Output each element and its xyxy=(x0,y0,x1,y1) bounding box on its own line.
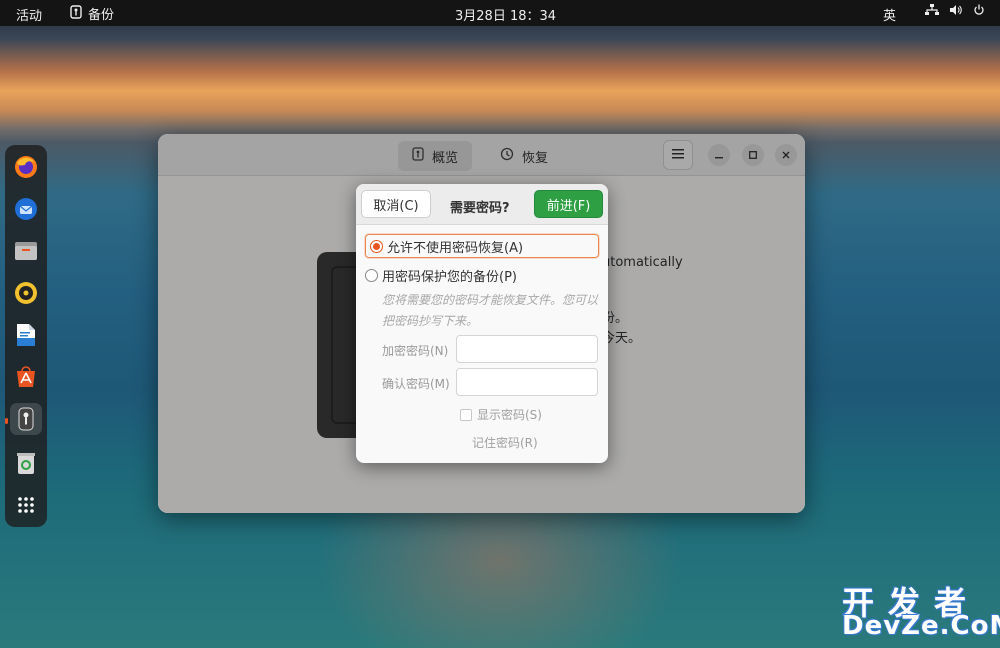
thunderbird-icon[interactable] xyxy=(10,193,42,225)
radio-password-label: 用密码保护您的备份(P) xyxy=(382,269,517,285)
checkbox[interactable] xyxy=(460,408,472,421)
remember-password-checkbox[interactable]: 记住密码(R) xyxy=(472,434,538,451)
backup-icon[interactable] xyxy=(10,403,42,435)
radio-no-password[interactable]: 允许不使用密码恢复(A) xyxy=(365,234,599,258)
network-icon xyxy=(925,4,939,16)
password-dialog: 取消(C) 需要密码? 前进(F) 允许不使用密码恢复(A) 用密码保护您的备份… xyxy=(356,184,608,463)
encrypt-password-label: 加密密码(N) xyxy=(382,344,449,358)
backup-app-icon xyxy=(70,4,82,23)
remember-password-label: 记住密码(R) xyxy=(472,436,538,450)
watermark-latin: DevZe.CoM xyxy=(842,611,1000,641)
encrypt-password-field[interactable] xyxy=(456,335,598,363)
volume-icon xyxy=(949,4,963,16)
app-menu-label: 备份 xyxy=(88,8,115,23)
password-hint: 您将需要您的密码才能恢复文件。您可以把密码抄写下来。 xyxy=(382,293,599,328)
rhythmbox-icon[interactable] xyxy=(10,277,42,309)
radio-password[interactable]: 用密码保护您的备份(P) xyxy=(365,263,517,287)
running-indicator xyxy=(5,418,8,424)
files-icon[interactable] xyxy=(10,235,42,267)
show-password-checkbox[interactable]: 显示密码(S) xyxy=(460,406,542,423)
input-method-indicator[interactable]: 英 xyxy=(883,5,896,24)
dialog-title: 需要密码? xyxy=(450,201,510,216)
app-menu[interactable]: 备份 xyxy=(70,4,114,23)
software-icon[interactable] xyxy=(10,361,42,393)
radio-button-checked[interactable] xyxy=(370,239,383,253)
top-bar: 活动 备份 3月28日 18：34 英 xyxy=(0,0,1000,26)
cancel-button[interactable]: 取消(C) xyxy=(361,190,431,218)
radio-no-password-label: 允许不使用密码恢复(A) xyxy=(387,240,524,256)
radio-button[interactable] xyxy=(365,268,378,282)
forward-button[interactable]: 前进(F) xyxy=(534,190,603,218)
firefox-icon[interactable] xyxy=(10,151,42,183)
system-tray[interactable] xyxy=(925,4,985,16)
writer-icon[interactable] xyxy=(10,319,42,351)
activities-button[interactable]: 活动 xyxy=(16,5,42,24)
app-grid-icon[interactable] xyxy=(10,489,42,521)
show-password-label: 显示密码(S) xyxy=(477,408,542,422)
dock xyxy=(5,145,47,527)
dialog-header: 取消(C) 需要密码? 前进(F) xyxy=(356,184,608,225)
trash-icon[interactable] xyxy=(10,447,42,479)
clock[interactable]: 3月28日 18：34 xyxy=(455,5,556,24)
confirm-password-field[interactable] xyxy=(456,368,598,396)
power-icon xyxy=(973,4,985,16)
confirm-password-label: 确认密码(M) xyxy=(382,377,450,391)
